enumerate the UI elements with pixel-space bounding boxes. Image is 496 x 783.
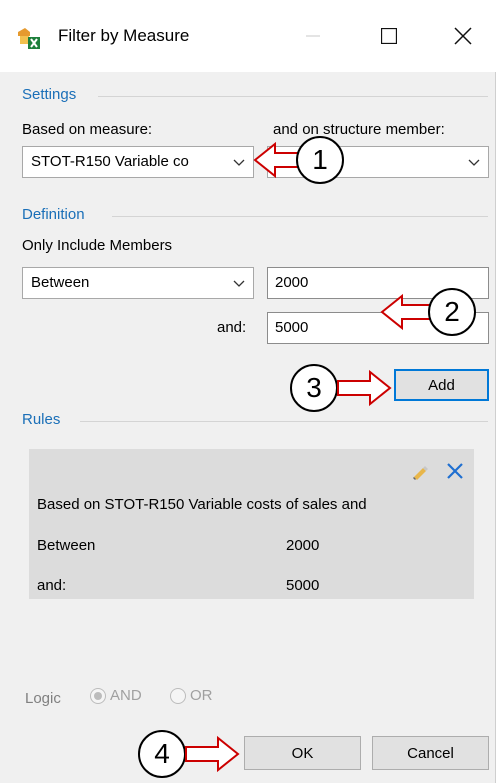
settings-group-label: Settings — [22, 86, 77, 103]
logic-or-label: OR — [190, 687, 213, 704]
radio-checked-icon — [90, 687, 106, 704]
ok-button[interactable]: OK — [244, 736, 361, 770]
rule-description: Based on STOT-R150 Variable costs of sal… — [37, 496, 367, 513]
rule-operator-label: Between — [37, 537, 96, 554]
rules-divider — [80, 421, 488, 422]
logic-or-radio[interactable]: OR — [170, 687, 213, 704]
callout-arrow-2 — [380, 293, 431, 331]
rules-group-label: Rules — [22, 411, 61, 428]
minimize-button[interactable] — [286, 14, 340, 58]
definition-group-label: Definition — [22, 206, 85, 223]
chevron-down-icon — [233, 280, 245, 287]
settings-divider — [98, 96, 488, 97]
rule-and-label: and: — [37, 577, 67, 594]
logic-label: Logic — [25, 690, 61, 707]
measure-dropdown[interactable]: STOT-R150 Variable co — [22, 146, 254, 178]
operator-value: Between — [31, 274, 90, 291]
callout-number-2: 2 — [428, 288, 476, 336]
rule-and-value: 5000 — [286, 577, 320, 594]
maximize-button[interactable] — [362, 14, 416, 58]
maximize-icon — [381, 28, 397, 44]
radio-unchecked-icon — [170, 687, 186, 704]
cancel-button[interactable]: Cancel — [372, 736, 489, 770]
measure-dropdown-value: STOT-R150 Variable co — [31, 153, 189, 170]
callout-number-3: 3 — [290, 364, 338, 412]
remove-rule-icon[interactable] — [445, 461, 465, 485]
callout-arrow-3 — [337, 369, 392, 407]
only-include-label: Only Include Members — [22, 237, 173, 254]
callout-number-4: 4 — [138, 730, 186, 778]
close-button[interactable] — [436, 14, 490, 58]
and-label: and: — [217, 319, 247, 336]
logic-and-radio[interactable]: AND — [90, 687, 142, 704]
structure-member-label: and on structure member: — [273, 121, 445, 138]
chevron-down-icon — [468, 159, 480, 166]
callout-number-1: 1 — [296, 136, 344, 184]
add-button[interactable]: Add — [394, 369, 489, 401]
measure-label: Based on measure: — [22, 121, 153, 138]
rule-card: Based on STOT-R150 Variable costs of sal… — [29, 449, 474, 599]
app-icon — [16, 26, 42, 50]
close-icon — [454, 27, 472, 45]
value-to-text: 5000 — [275, 319, 309, 336]
minimize-icon — [306, 35, 320, 37]
value-from-text: 2000 — [275, 274, 309, 291]
callout-arrow-4 — [185, 735, 240, 773]
filter-by-measure-dialog: Filter by Measure Settings Based on meas… — [0, 0, 496, 783]
chevron-down-icon — [233, 159, 245, 166]
window-title: Filter by Measure — [58, 26, 190, 45]
definition-divider — [112, 216, 488, 217]
title-bar: Filter by Measure — [0, 0, 496, 72]
pencil-icon[interactable] — [410, 463, 430, 485]
logic-and-label: AND — [110, 687, 142, 704]
rule-operator-value: 2000 — [286, 537, 320, 554]
operator-dropdown[interactable]: Between — [22, 267, 254, 299]
